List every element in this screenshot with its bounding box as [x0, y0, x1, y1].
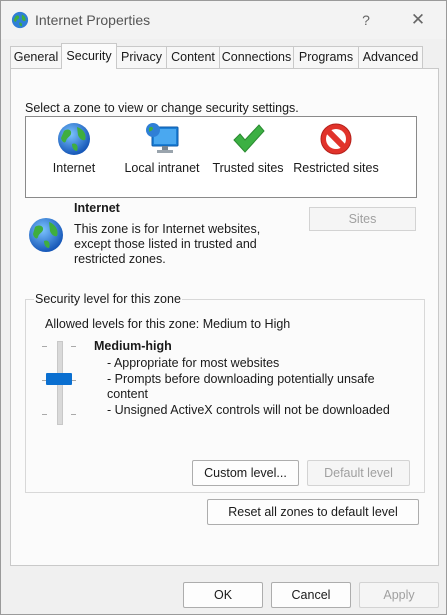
zone-list: Internet Local intranet Trusted sites Re… — [25, 116, 417, 198]
close-button[interactable]: ✕ — [401, 7, 435, 33]
zone-label: Restricted sites — [293, 161, 379, 175]
title-bar[interactable]: Internet Properties ? ✕ — [1, 1, 446, 39]
allowed-levels-text: Allowed levels for this zone: Medium to … — [45, 317, 291, 331]
slider-tick — [42, 346, 47, 347]
level-point: - Appropriate for most websites — [107, 356, 280, 370]
sites-button[interactable]: Sites — [309, 207, 416, 231]
help-button[interactable]: ? — [351, 7, 381, 33]
default-level-button[interactable]: Default level — [307, 460, 410, 486]
level-point: - Unsigned ActiveX controls will not be … — [107, 402, 390, 417]
ok-button[interactable]: OK — [183, 582, 263, 608]
zone-instruction: Select a zone to view or change security… — [25, 101, 299, 115]
zone-info-title: Internet — [74, 201, 120, 215]
zone-restricted-sites[interactable]: Restricted sites — [288, 121, 384, 193]
reset-all-zones-button[interactable]: Reset all zones to default level — [207, 499, 419, 525]
slider-tick — [71, 414, 76, 415]
security-level-description: - Appropriate for most websites - Prompt… — [107, 356, 407, 418]
slider-tick — [42, 414, 47, 415]
checkmark-icon — [233, 124, 265, 153]
intranet-icon — [146, 123, 179, 153]
cancel-button[interactable]: Cancel — [271, 582, 351, 608]
security-level-title: Medium-high — [94, 339, 172, 353]
zone-trusted-sites[interactable]: Trusted sites — [200, 121, 296, 193]
level-point: - Prompts before downloading potentially… — [107, 371, 375, 402]
globe-icon — [29, 218, 63, 252]
tab-content[interactable]: Content — [166, 46, 220, 68]
tab-security[interactable]: Security — [61, 43, 117, 69]
restricted-icon — [320, 123, 352, 155]
zone-local-intranet[interactable]: Local intranet — [114, 121, 210, 193]
window-title: Internet Properties — [35, 12, 151, 28]
slider-tick — [71, 346, 76, 347]
slider-thumb[interactable] — [46, 373, 72, 385]
globe-icon — [11, 11, 29, 29]
apply-button[interactable]: Apply — [359, 582, 439, 608]
security-level-legend: Security level for this zone — [34, 292, 182, 306]
globe-icon — [58, 123, 90, 155]
zone-internet[interactable]: Internet — [26, 121, 122, 193]
tab-programs[interactable]: Programs — [293, 46, 359, 68]
zone-info-description: This zone is for Internet websites, exce… — [74, 222, 261, 266]
security-tab-panel: Select a zone to view or change security… — [10, 68, 439, 566]
tab-general[interactable]: General — [10, 46, 62, 68]
security-level-group: Security level for this zone Allowed lev… — [25, 292, 425, 493]
internet-properties-window: Internet Properties ? ✕ General Security… — [0, 0, 447, 615]
custom-level-button[interactable]: Custom level... — [192, 460, 299, 486]
tab-advanced[interactable]: Advanced — [358, 46, 423, 68]
tab-connections[interactable]: Connections — [219, 46, 294, 68]
tab-privacy[interactable]: Privacy — [116, 46, 167, 68]
